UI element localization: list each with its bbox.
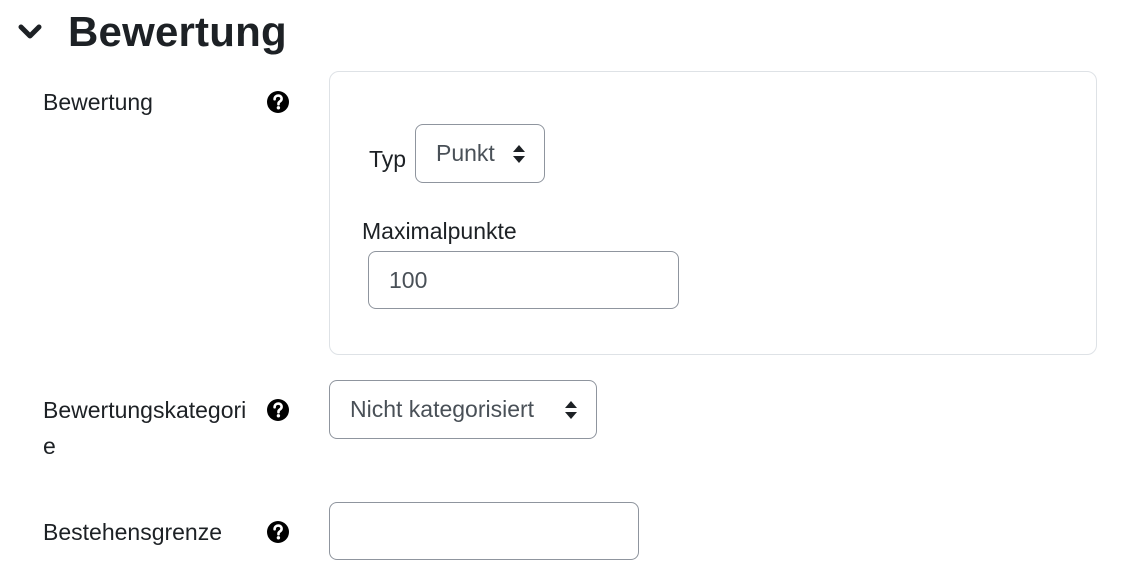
select-arrows-icon: [512, 143, 526, 165]
grade-type-value: Punkt: [436, 140, 495, 166]
chevron-down-icon[interactable]: [14, 16, 46, 48]
grade-type-label: Typ: [369, 146, 407, 172]
grade-category-value: Nicht kategorisiert: [350, 396, 535, 422]
grade-settings-section: Bewertung Bewertung Typ Punkt Maximalpun…: [0, 0, 1122, 574]
max-points-input[interactable]: 100: [368, 251, 679, 309]
max-points-label: Maximalpunkte: [362, 218, 517, 244]
question-circle-icon[interactable]: [266, 90, 290, 114]
grade-label: Bewertung: [43, 89, 153, 115]
section-title: Bewertung: [68, 8, 287, 55]
question-circle-icon[interactable]: [266, 520, 290, 544]
question-circle-icon[interactable]: [266, 398, 290, 422]
section-toggle[interactable]: Bewertung: [14, 4, 287, 60]
select-arrows-icon: [564, 399, 578, 421]
grade-category-label: Bewertungskategorie: [43, 397, 247, 459]
grade-fieldset: Typ Punkt Maximalpunkte 100: [329, 71, 1097, 355]
pass-grade-label: Bestehensgrenze: [43, 519, 223, 545]
pass-grade-input[interactable]: [329, 502, 639, 560]
max-points-value: 100: [389, 266, 428, 293]
grade-category-select[interactable]: Nicht kategorisiert: [329, 380, 597, 439]
grade-type-select[interactable]: Punkt: [415, 124, 545, 183]
